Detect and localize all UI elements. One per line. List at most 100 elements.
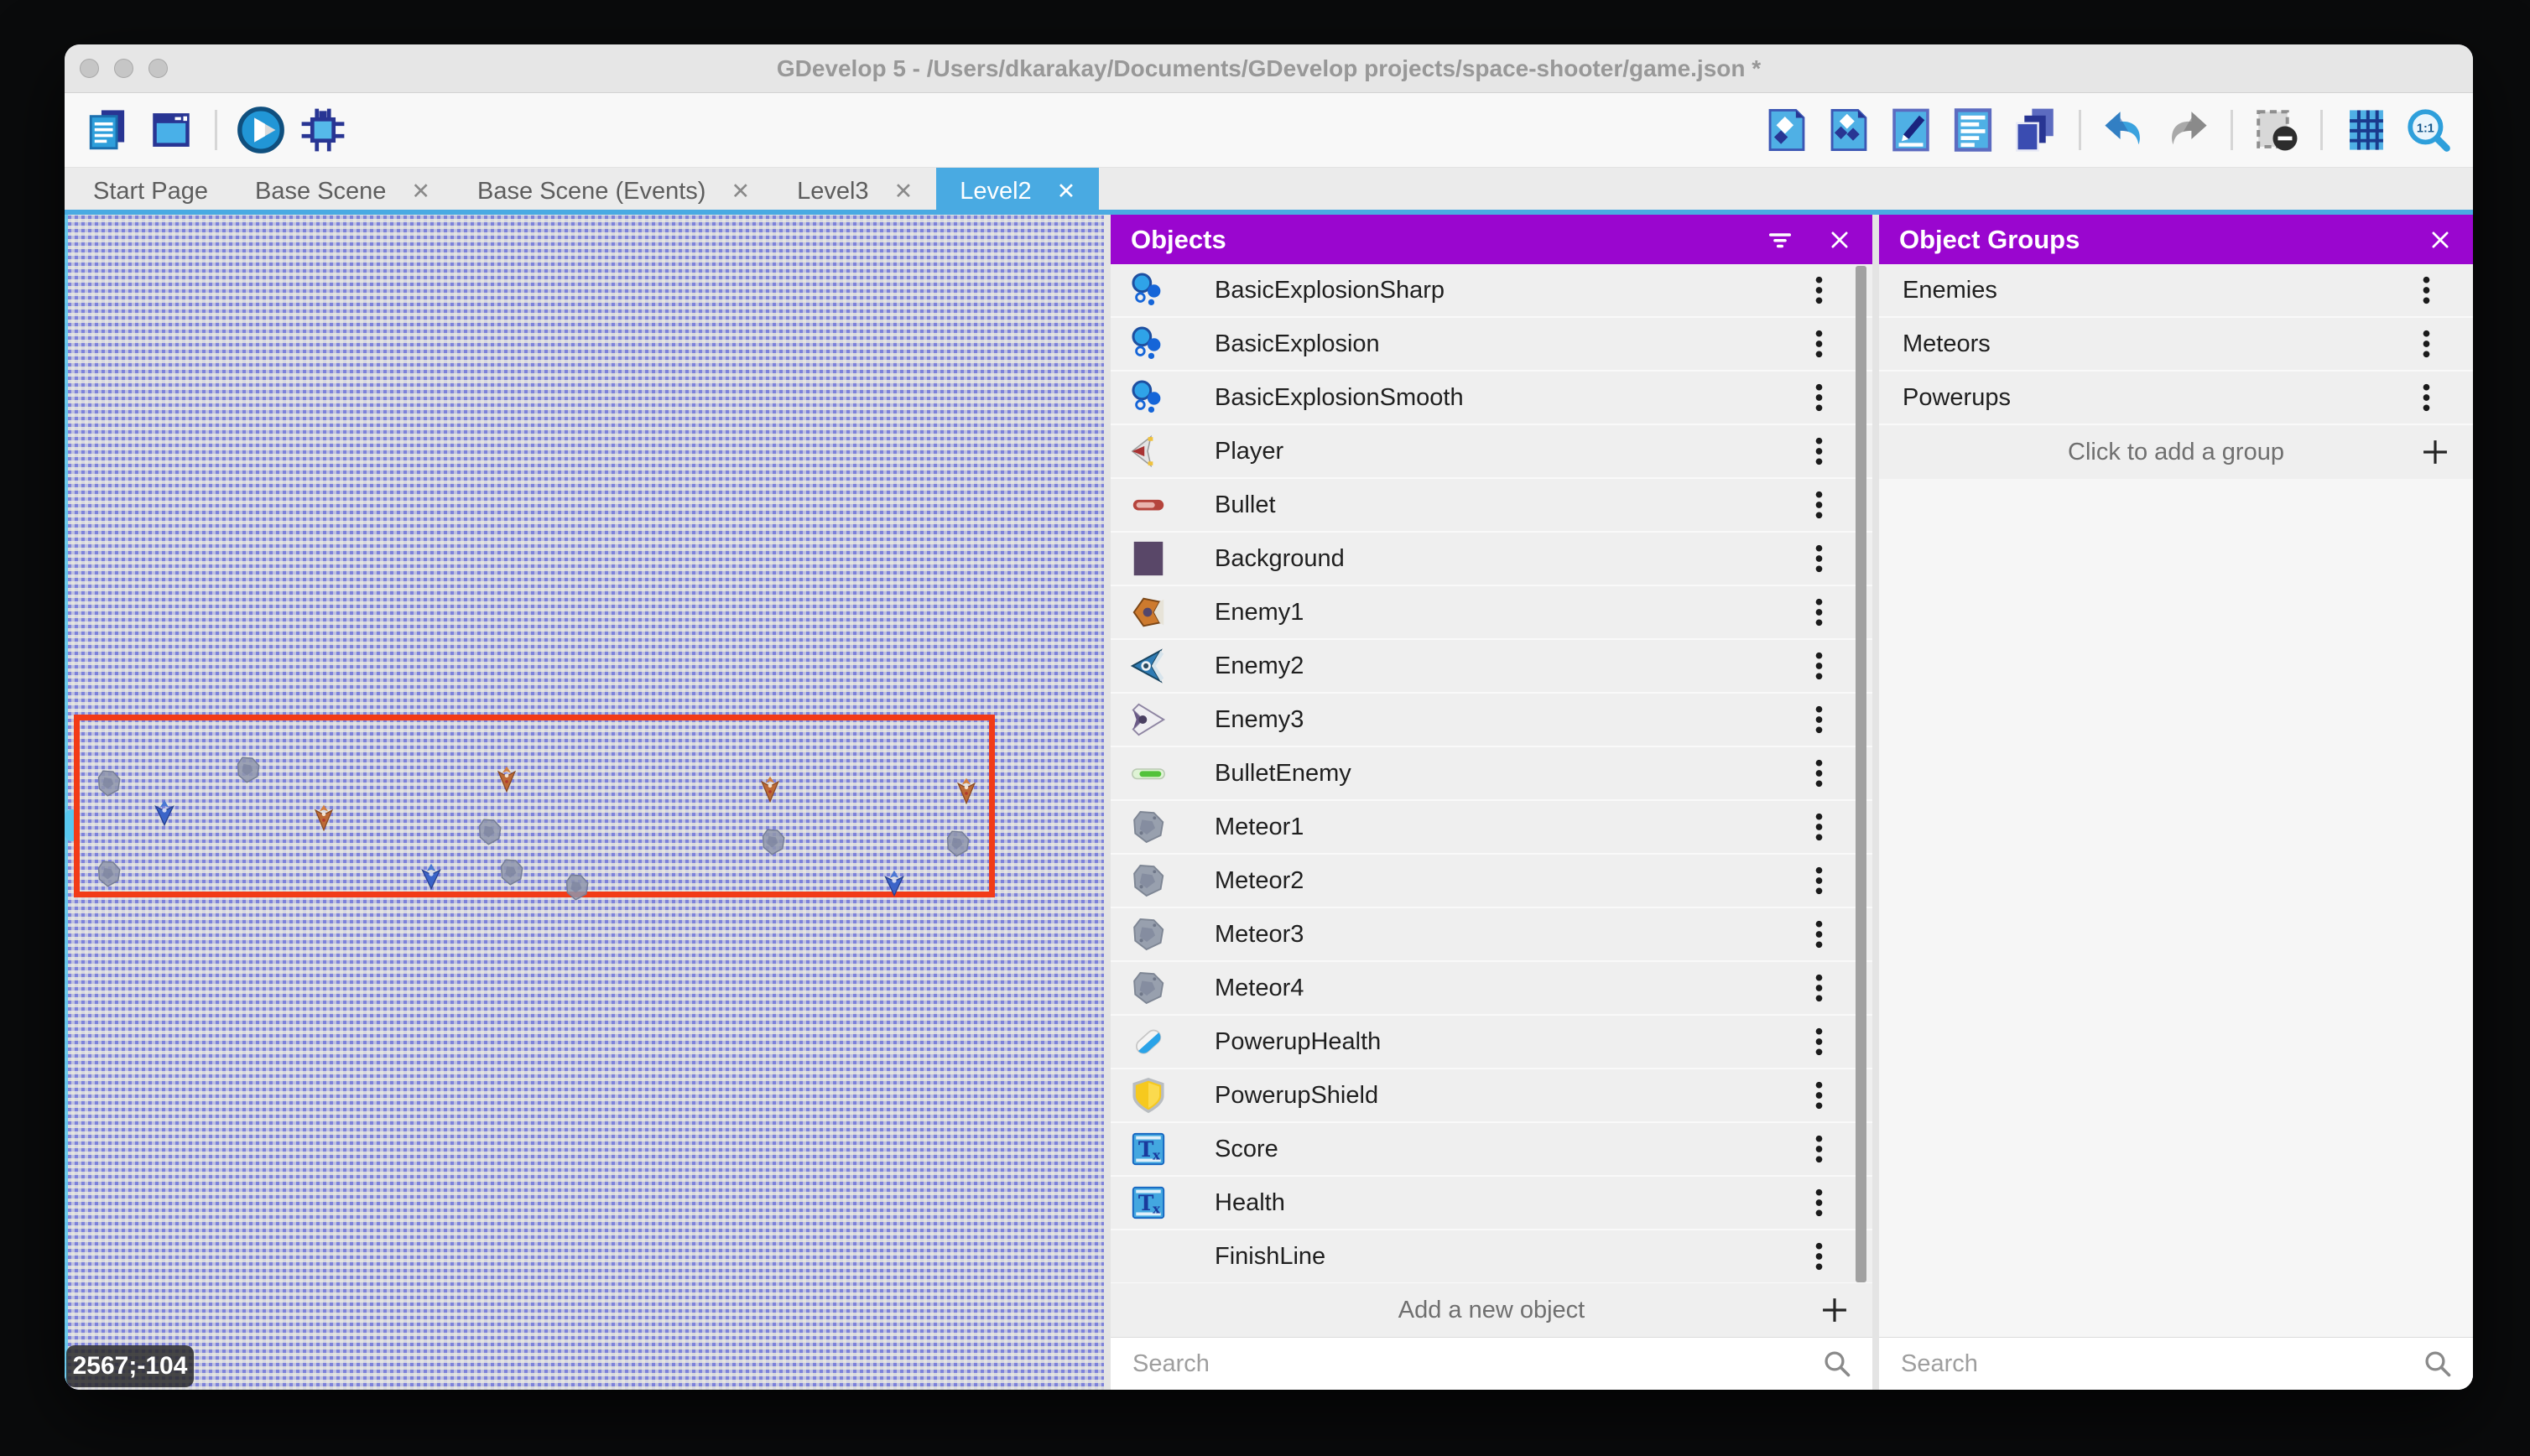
enemy-blue-instance[interactable] <box>420 861 442 890</box>
filter-icon[interactable] <box>1765 225 1795 255</box>
object-menu-button[interactable] <box>1802 273 1835 307</box>
object-menu-button[interactable] <box>1802 757 1835 790</box>
object-menu-button[interactable] <box>1802 864 1835 897</box>
tab-level2[interactable]: Level2✕ <box>936 168 1099 215</box>
objects-editor-button[interactable] <box>1761 104 1813 156</box>
tab-close-icon[interactable]: ✕ <box>1057 179 1076 205</box>
group-menu-button[interactable] <box>2409 327 2443 361</box>
meteor-instance[interactable] <box>497 855 526 889</box>
object-menu-button[interactable] <box>1802 327 1835 361</box>
grid-icon <box>2342 106 2391 154</box>
object-menu-button[interactable] <box>1802 595 1835 629</box>
object-menu-button[interactable] <box>1802 918 1835 951</box>
window-mask-button[interactable] <box>2251 104 2303 156</box>
groups-search-input[interactable] <box>1899 1349 2413 1379</box>
object-menu-button[interactable] <box>1802 649 1835 683</box>
object-list-item[interactable]: Bullet <box>1111 479 1872 533</box>
tab-base-scene[interactable]: Base Scene✕ <box>232 168 454 215</box>
zoom-original-button[interactable]: 1:1 <box>2402 104 2455 156</box>
object-menu-button[interactable] <box>1802 971 1835 1005</box>
close-icon[interactable] <box>1827 227 1852 252</box>
play-button[interactable] <box>235 104 287 156</box>
close-window-button[interactable] <box>80 59 99 78</box>
meteor-instance[interactable] <box>563 871 591 904</box>
enemy-orange-instance[interactable] <box>496 764 518 793</box>
object-list-item[interactable]: Enemy1 <box>1111 586 1872 640</box>
project-manager-button[interactable] <box>83 104 135 156</box>
tab-level3[interactable]: Level3✕ <box>773 168 936 215</box>
object-list-item[interactable]: BasicExplosion <box>1111 318 1872 372</box>
object-menu-button[interactable] <box>1802 1240 1835 1273</box>
open-scene-button[interactable] <box>145 104 197 156</box>
svg-text:T: T <box>1138 1191 1154 1215</box>
object-list-item[interactable]: BasicExplosionSmooth <box>1111 372 1872 425</box>
instances-list-button[interactable] <box>1947 104 1999 156</box>
object-list-item[interactable]: Enemy2 <box>1111 640 1872 694</box>
tab-close-icon[interactable]: ✕ <box>894 179 914 205</box>
meteor-instance[interactable] <box>95 857 123 891</box>
object-menu-button[interactable] <box>1802 1079 1835 1112</box>
canvas-scrollbar-track[interactable] <box>65 215 68 1390</box>
object-menu-button[interactable] <box>1802 542 1835 575</box>
group-list-item[interactable]: Enemies <box>1879 264 2473 318</box>
object-list-item[interactable]: Meteor1 <box>1111 801 1872 855</box>
object-list-item[interactable]: BulletEnemy <box>1111 747 1872 801</box>
zoom-window-button[interactable] <box>148 59 168 78</box>
objects-search-input[interactable] <box>1131 1349 1812 1379</box>
meteor-instance[interactable] <box>476 815 504 849</box>
minimize-window-button[interactable] <box>114 59 133 78</box>
redo-button[interactable] <box>2161 104 2213 156</box>
object-list-item[interactable]: TxHealth <box>1111 1177 1872 1230</box>
scene-canvas[interactable]: 2567;-104 <box>65 215 1104 1390</box>
object-menu-button[interactable] <box>1802 1025 1835 1058</box>
object-menu-button[interactable] <box>1802 434 1835 468</box>
group-menu-button[interactable] <box>2409 381 2443 414</box>
object-list-item[interactable]: Player <box>1111 425 1872 479</box>
enemy-orange-instance[interactable] <box>313 803 335 831</box>
enemy-orange-instance[interactable] <box>955 776 977 804</box>
add-group-row[interactable]: Click to add a group <box>1879 425 2473 479</box>
object-menu-button[interactable] <box>1802 703 1835 736</box>
selection-rectangle[interactable] <box>74 715 995 897</box>
grid-button[interactable] <box>2340 104 2392 156</box>
close-icon[interactable] <box>2428 227 2453 252</box>
enemy-blue-instance[interactable] <box>883 868 905 897</box>
object-list-item[interactable]: PowerupShield <box>1111 1069 1872 1123</box>
object-menu-button[interactable] <box>1802 810 1835 844</box>
meteor-instance[interactable] <box>944 827 972 861</box>
object-menu-button[interactable] <box>1802 381 1835 414</box>
object-list-item[interactable]: TxScore <box>1111 1123 1872 1177</box>
enemy-blue-instance[interactable] <box>154 798 175 826</box>
object-groups-editor-button[interactable] <box>1823 104 1875 156</box>
tab-start-page[interactable]: Start Page <box>70 168 232 215</box>
object-list-item[interactable]: Background <box>1111 533 1872 586</box>
object-menu-button[interactable] <box>1802 488 1835 522</box>
object-label: FinishLine <box>1215 1243 1802 1271</box>
group-list-item[interactable]: Meteors <box>1879 318 2473 372</box>
layers-button[interactable] <box>2009 104 2061 156</box>
enemy-orange-instance[interactable] <box>759 774 781 803</box>
object-list-item[interactable]: FinishLine <box>1111 1230 1872 1283</box>
object-list-item[interactable]: Enemy3 <box>1111 694 1872 747</box>
object-list-item[interactable]: Meteor2 <box>1111 855 1872 908</box>
tab-base-scene-events[interactable]: Base Scene (Events)✕ <box>454 168 773 215</box>
meteor-instance[interactable] <box>95 767 123 800</box>
tab-close-icon[interactable]: ✕ <box>731 179 750 205</box>
tab-close-icon[interactable]: ✕ <box>411 179 430 205</box>
object-list-item[interactable]: Meteor3 <box>1111 908 1872 962</box>
object-list-item[interactable]: PowerupHealth <box>1111 1016 1872 1069</box>
meteor-instance[interactable] <box>234 753 263 787</box>
enemy1-icon <box>1127 591 1169 633</box>
group-list-item[interactable]: Powerups <box>1879 372 2473 425</box>
objects-list-scrollbar[interactable] <box>1856 266 1866 1282</box>
object-menu-button[interactable] <box>1802 1132 1835 1166</box>
group-menu-button[interactable] <box>2409 273 2443 307</box>
undo-button[interactable] <box>2099 104 2151 156</box>
properties-button[interactable] <box>1885 104 1937 156</box>
add-object-row[interactable]: Add a new object <box>1111 1283 1872 1337</box>
debug-button[interactable] <box>297 104 349 156</box>
object-list-item[interactable]: Meteor4 <box>1111 962 1872 1016</box>
meteor-instance[interactable] <box>759 825 788 859</box>
object-menu-button[interactable] <box>1802 1186 1835 1219</box>
object-list-item[interactable]: BasicExplosionSharp <box>1111 264 1872 318</box>
